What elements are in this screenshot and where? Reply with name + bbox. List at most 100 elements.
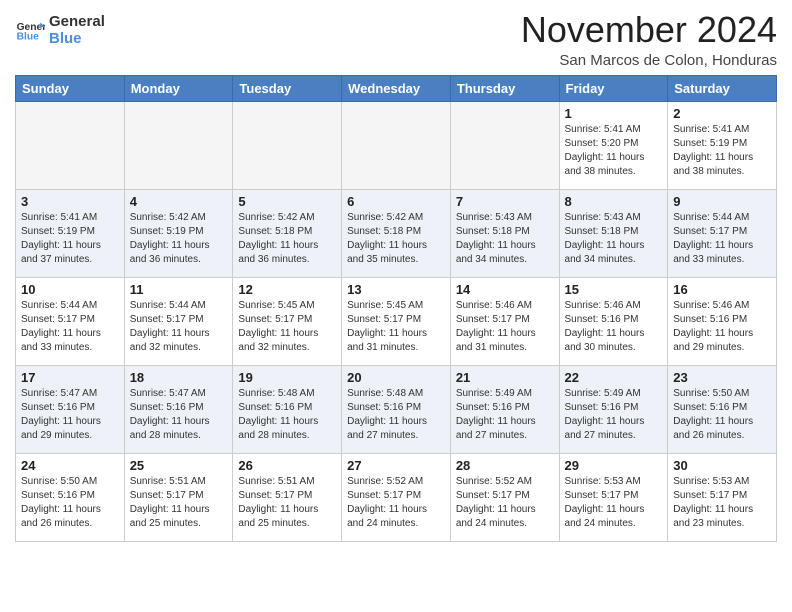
- day-number: 27: [347, 458, 445, 473]
- svg-text:Blue: Blue: [17, 31, 40, 42]
- day-info: Sunrise: 5:41 AM Sunset: 5:20 PM Dayligh…: [565, 123, 663, 179]
- day-info: Sunrise: 5:45 AM Sunset: 5:17 PM Dayligh…: [238, 299, 336, 355]
- day-number: 6: [347, 194, 445, 209]
- day-info: Sunrise: 5:46 AM Sunset: 5:16 PM Dayligh…: [565, 299, 663, 355]
- calendar-cell: 29 Sunrise: 5:53 AM Sunset: 5:17 PM Dayli…: [559, 453, 668, 541]
- day-number: 3: [21, 194, 119, 209]
- logo: General Blue General Blue: [15, 14, 105, 47]
- calendar-cell: 23 Sunrise: 5:50 AM Sunset: 5:16 PM Dayli…: [668, 365, 777, 453]
- logo-line2: Blue: [49, 31, 105, 48]
- day-number: 19: [238, 370, 336, 385]
- day-number: 16: [673, 282, 771, 297]
- day-info: Sunrise: 5:42 AM Sunset: 5:19 PM Dayligh…: [130, 211, 228, 267]
- calendar-cell: 17 Sunrise: 5:47 AM Sunset: 5:16 PM Dayli…: [16, 365, 125, 453]
- day-info: Sunrise: 5:53 AM Sunset: 5:17 PM Dayligh…: [565, 475, 663, 531]
- day-info: Sunrise: 5:45 AM Sunset: 5:17 PM Dayligh…: [347, 299, 445, 355]
- day-info: Sunrise: 5:50 AM Sunset: 5:16 PM Dayligh…: [21, 475, 119, 531]
- calendar-header-row: SundayMondayTuesdayWednesdayThursdayFrid…: [16, 75, 777, 101]
- day-number: 20: [347, 370, 445, 385]
- weekday-header: Monday: [124, 75, 233, 101]
- day-info: Sunrise: 5:41 AM Sunset: 5:19 PM Dayligh…: [673, 123, 771, 179]
- calendar-cell: 28 Sunrise: 5:52 AM Sunset: 5:17 PM Dayli…: [450, 453, 559, 541]
- calendar-week-row: 10 Sunrise: 5:44 AM Sunset: 5:17 PM Dayli…: [16, 277, 777, 365]
- calendar-cell: [450, 101, 559, 189]
- calendar: SundayMondayTuesdayWednesdayThursdayFrid…: [15, 75, 777, 542]
- day-number: 30: [673, 458, 771, 473]
- calendar-cell: 18 Sunrise: 5:47 AM Sunset: 5:16 PM Dayli…: [124, 365, 233, 453]
- day-number: 5: [238, 194, 336, 209]
- calendar-cell: 10 Sunrise: 5:44 AM Sunset: 5:17 PM Dayli…: [16, 277, 125, 365]
- calendar-cell: 22 Sunrise: 5:49 AM Sunset: 5:16 PM Dayli…: [559, 365, 668, 453]
- day-info: Sunrise: 5:53 AM Sunset: 5:17 PM Dayligh…: [673, 475, 771, 531]
- day-info: Sunrise: 5:43 AM Sunset: 5:18 PM Dayligh…: [456, 211, 554, 267]
- calendar-cell: 4 Sunrise: 5:42 AM Sunset: 5:19 PM Daylig…: [124, 189, 233, 277]
- day-number: 17: [21, 370, 119, 385]
- day-number: 29: [565, 458, 663, 473]
- day-info: Sunrise: 5:44 AM Sunset: 5:17 PM Dayligh…: [21, 299, 119, 355]
- calendar-week-row: 24 Sunrise: 5:50 AM Sunset: 5:16 PM Dayli…: [16, 453, 777, 541]
- day-number: 7: [456, 194, 554, 209]
- day-info: Sunrise: 5:52 AM Sunset: 5:17 PM Dayligh…: [347, 475, 445, 531]
- day-number: 25: [130, 458, 228, 473]
- day-number: 28: [456, 458, 554, 473]
- weekday-header: Saturday: [668, 75, 777, 101]
- day-number: 15: [565, 282, 663, 297]
- calendar-cell: 12Sunrise: 5:45 AM Sunset: 5:17 PM Dayli…: [233, 277, 342, 365]
- day-info: Sunrise: 5:47 AM Sunset: 5:16 PM Dayligh…: [130, 387, 228, 443]
- day-info: Sunrise: 5:46 AM Sunset: 5:17 PM Dayligh…: [456, 299, 554, 355]
- day-number: 22: [565, 370, 663, 385]
- day-number: 21: [456, 370, 554, 385]
- logo-icon: General Blue: [15, 16, 45, 46]
- day-info: Sunrise: 5:42 AM Sunset: 5:18 PM Dayligh…: [347, 211, 445, 267]
- day-info: Sunrise: 5:47 AM Sunset: 5:16 PM Dayligh…: [21, 387, 119, 443]
- calendar-cell: 5 Sunrise: 5:42 AM Sunset: 5:18 PM Daylig…: [233, 189, 342, 277]
- subtitle: San Marcos de Colon, Honduras: [521, 52, 777, 69]
- day-info: Sunrise: 5:41 AM Sunset: 5:19 PM Dayligh…: [21, 211, 119, 267]
- day-info: Sunrise: 5:49 AM Sunset: 5:16 PM Dayligh…: [565, 387, 663, 443]
- calendar-cell: 20 Sunrise: 5:48 AM Sunset: 5:16 PM Dayli…: [342, 365, 451, 453]
- calendar-cell: 7 Sunrise: 5:43 AM Sunset: 5:18 PM Daylig…: [450, 189, 559, 277]
- day-number: 13: [347, 282, 445, 297]
- month-title: November 2024: [521, 10, 777, 50]
- calendar-cell: [124, 101, 233, 189]
- day-number: 10: [21, 282, 119, 297]
- day-info: Sunrise: 5:46 AM Sunset: 5:16 PM Dayligh…: [673, 299, 771, 355]
- day-info: Sunrise: 5:48 AM Sunset: 5:16 PM Dayligh…: [347, 387, 445, 443]
- calendar-cell: 9Sunrise: 5:44 AM Sunset: 5:17 PM Daylig…: [668, 189, 777, 277]
- day-number: 26: [238, 458, 336, 473]
- day-number: 9: [673, 194, 771, 209]
- calendar-cell: 25 Sunrise: 5:51 AM Sunset: 5:17 PM Dayli…: [124, 453, 233, 541]
- calendar-cell: 26Sunrise: 5:51 AM Sunset: 5:17 PM Dayli…: [233, 453, 342, 541]
- calendar-cell: [233, 101, 342, 189]
- weekday-header: Sunday: [16, 75, 125, 101]
- calendar-cell: 15 Sunrise: 5:46 AM Sunset: 5:16 PM Dayli…: [559, 277, 668, 365]
- day-info: Sunrise: 5:50 AM Sunset: 5:16 PM Dayligh…: [673, 387, 771, 443]
- day-info: Sunrise: 5:51 AM Sunset: 5:17 PM Dayligh…: [130, 475, 228, 531]
- weekday-header: Thursday: [450, 75, 559, 101]
- calendar-cell: [342, 101, 451, 189]
- calendar-cell: 3 Sunrise: 5:41 AM Sunset: 5:19 PM Daylig…: [16, 189, 125, 277]
- calendar-cell: 6 Sunrise: 5:42 AM Sunset: 5:18 PM Daylig…: [342, 189, 451, 277]
- calendar-cell: 27 Sunrise: 5:52 AM Sunset: 5:17 PM Dayli…: [342, 453, 451, 541]
- day-number: 14: [456, 282, 554, 297]
- day-number: 18: [130, 370, 228, 385]
- weekday-header: Tuesday: [233, 75, 342, 101]
- weekday-header: Wednesday: [342, 75, 451, 101]
- day-info: Sunrise: 5:52 AM Sunset: 5:17 PM Dayligh…: [456, 475, 554, 531]
- calendar-cell: 11Sunrise: 5:44 AM Sunset: 5:17 PM Dayli…: [124, 277, 233, 365]
- calendar-cell: 19Sunrise: 5:48 AM Sunset: 5:16 PM Dayli…: [233, 365, 342, 453]
- day-info: Sunrise: 5:42 AM Sunset: 5:18 PM Dayligh…: [238, 211, 336, 267]
- weekday-header: Friday: [559, 75, 668, 101]
- day-number: 4: [130, 194, 228, 209]
- title-block: November 2024 San Marcos de Colon, Hondu…: [521, 10, 777, 69]
- day-number: 24: [21, 458, 119, 473]
- day-info: Sunrise: 5:49 AM Sunset: 5:16 PM Dayligh…: [456, 387, 554, 443]
- day-number: 8: [565, 194, 663, 209]
- calendar-cell: 13 Sunrise: 5:45 AM Sunset: 5:17 PM Dayli…: [342, 277, 451, 365]
- day-number: 11: [130, 282, 228, 297]
- day-number: 23: [673, 370, 771, 385]
- calendar-cell: 14 Sunrise: 5:46 AM Sunset: 5:17 PM Dayli…: [450, 277, 559, 365]
- day-number: 2: [673, 106, 771, 121]
- calendar-week-row: 1Sunrise: 5:41 AM Sunset: 5:20 PM Daylig…: [16, 101, 777, 189]
- calendar-cell: 21 Sunrise: 5:49 AM Sunset: 5:16 PM Dayli…: [450, 365, 559, 453]
